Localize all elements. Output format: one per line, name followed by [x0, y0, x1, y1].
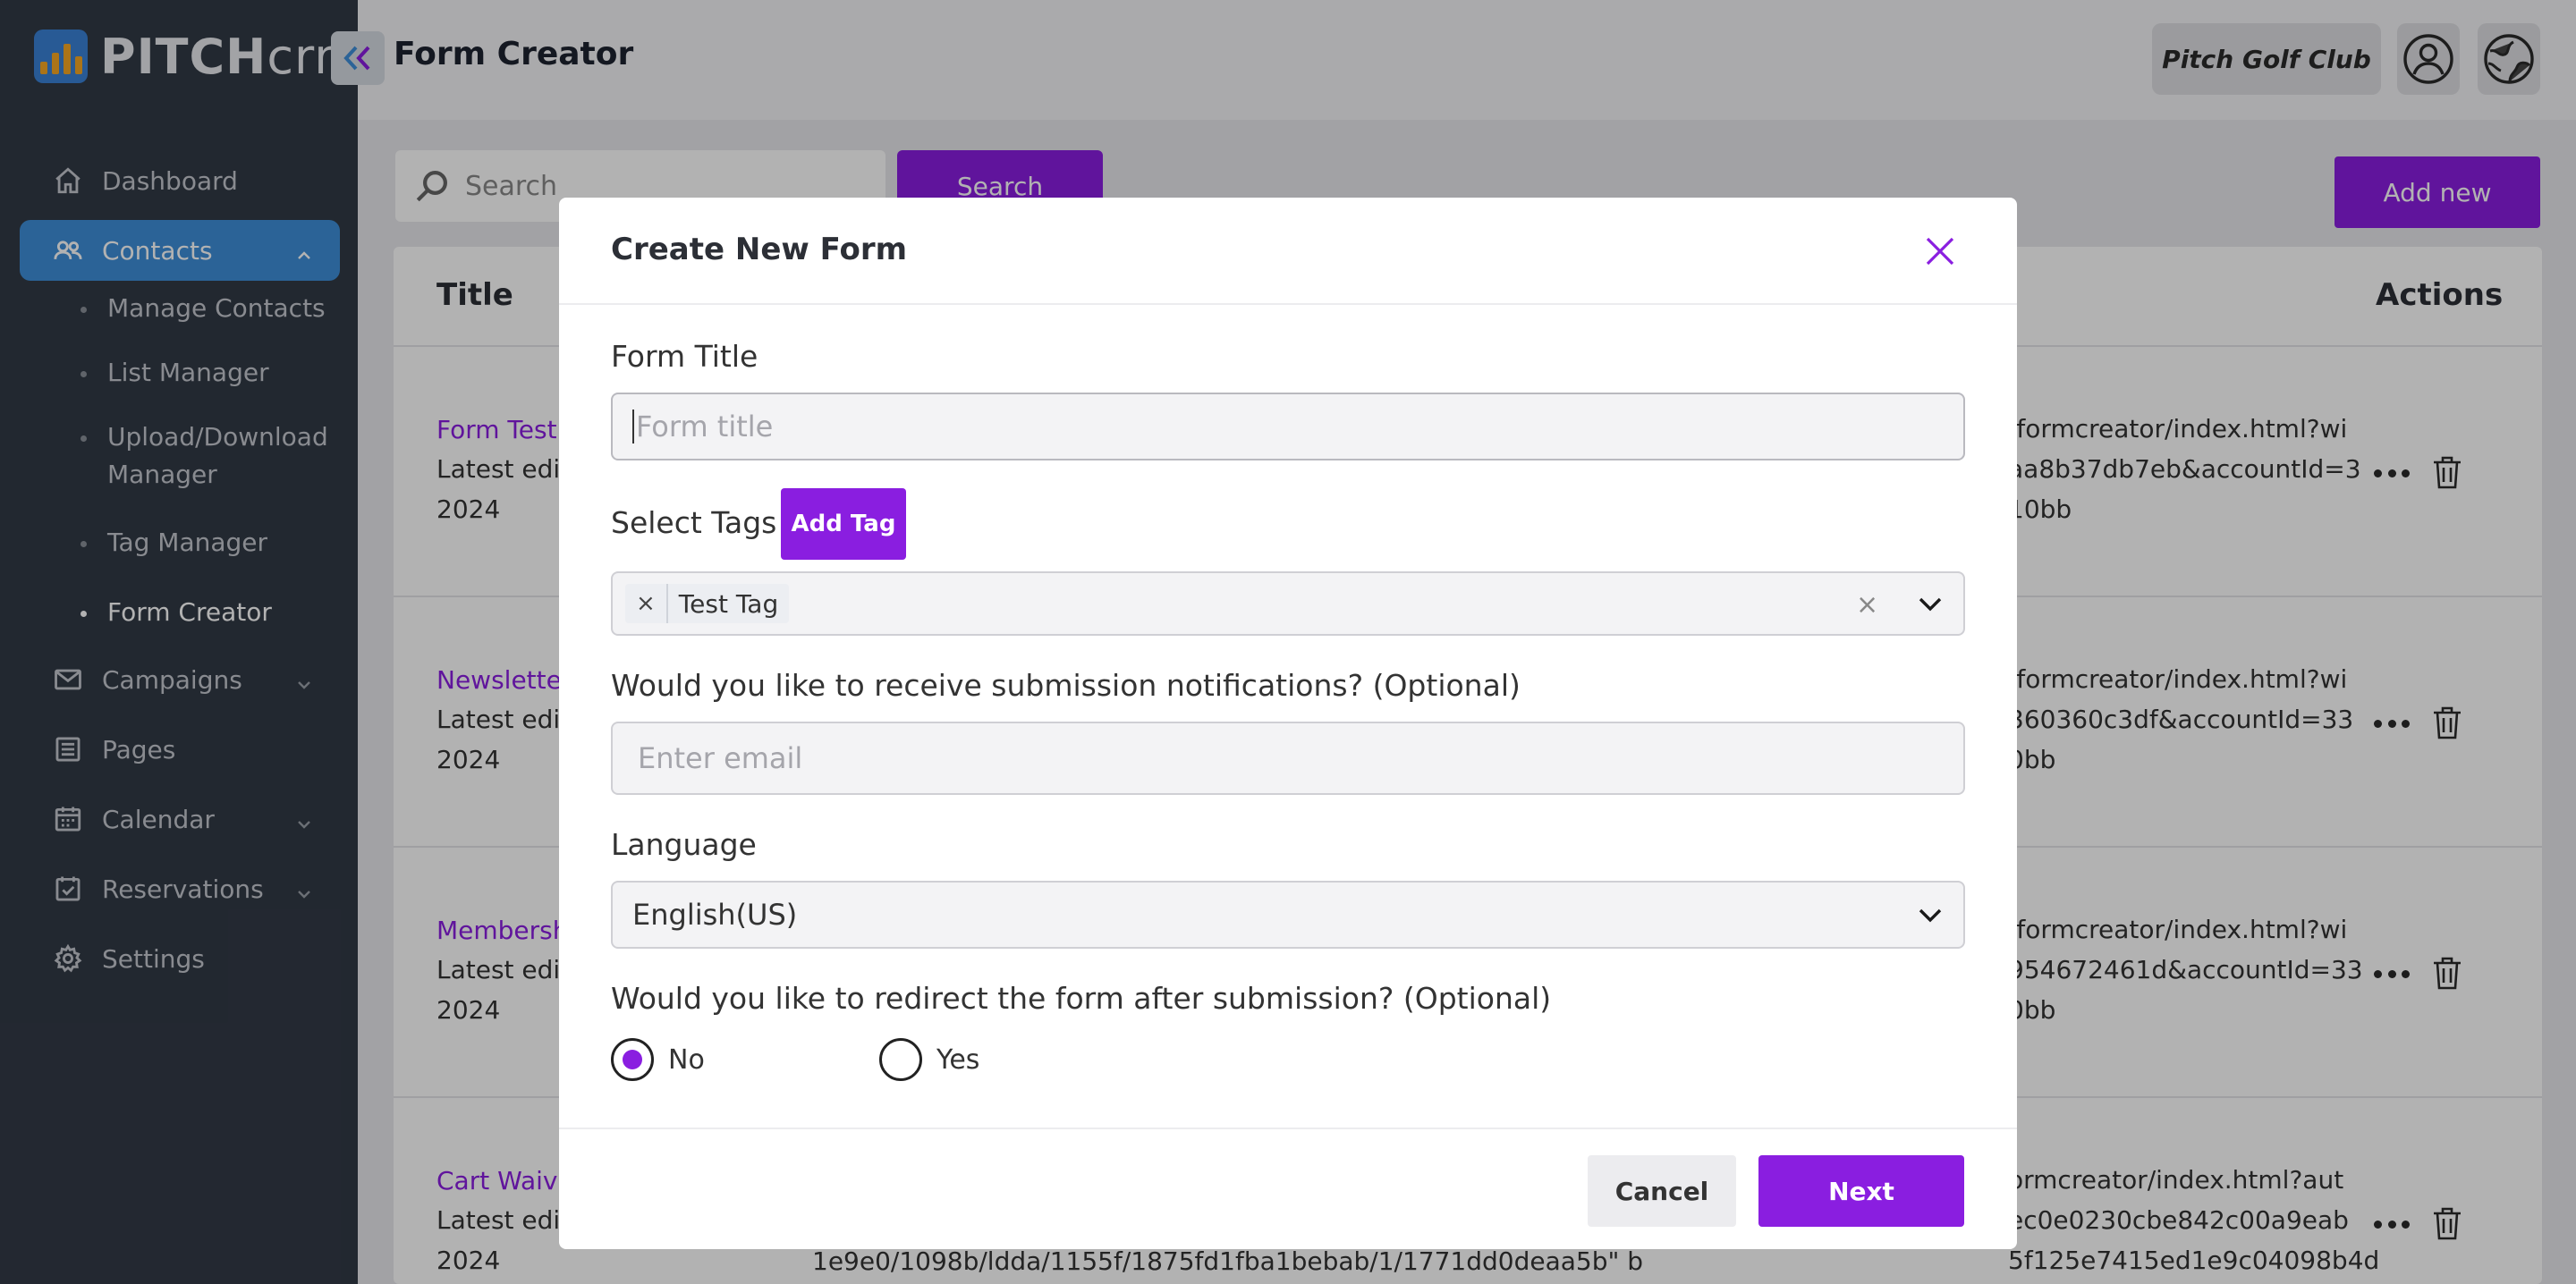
chevron-down-icon[interactable]	[1915, 588, 1945, 619]
form-title-placeholder: Form title	[632, 410, 773, 443]
language-label: Language	[611, 827, 757, 862]
form-title-label: Form Title	[611, 339, 758, 374]
redirect-yes-radio[interactable]	[879, 1038, 922, 1081]
modal-header: Create New Form	[559, 198, 2017, 305]
cancel-button[interactable]: Cancel	[1588, 1155, 1736, 1227]
modal-title: Create New Form	[611, 232, 908, 267]
chevron-down-icon	[1915, 900, 1945, 930]
tag-chip: × Test Tag	[625, 584, 790, 623]
select-tags-label: Select Tags	[611, 505, 777, 540]
email-field[interactable]: Enter email	[611, 722, 1965, 795]
email-placeholder: Enter email	[638, 741, 803, 775]
create-form-modal: Create New Form Form Title Form title Se…	[559, 198, 2017, 1249]
modal-footer-divider	[559, 1128, 2017, 1129]
remove-tag-icon[interactable]: ×	[625, 584, 668, 623]
notifications-label: Would you like to receive submission not…	[611, 668, 1521, 703]
add-tag-button[interactable]: Add Tag	[781, 488, 906, 560]
redirect-no-label: No	[668, 1044, 705, 1076]
redirect-label: Would you like to redirect the form afte…	[611, 981, 1552, 1016]
clear-tags-icon[interactable]: ×	[1856, 589, 1878, 621]
tags-select[interactable]: × Test Tag ×	[611, 571, 1965, 636]
form-title-input[interactable]: Form title	[611, 393, 1965, 460]
language-select[interactable]: English(US)	[611, 881, 1965, 949]
close-icon[interactable]	[1919, 230, 1962, 273]
language-selected-value: English(US)	[632, 898, 798, 932]
tag-chip-label: Test Tag	[678, 588, 779, 619]
redirect-no-radio[interactable]	[611, 1038, 654, 1081]
redirect-yes-label: Yes	[936, 1044, 980, 1076]
next-button[interactable]: Next	[1758, 1155, 1964, 1227]
